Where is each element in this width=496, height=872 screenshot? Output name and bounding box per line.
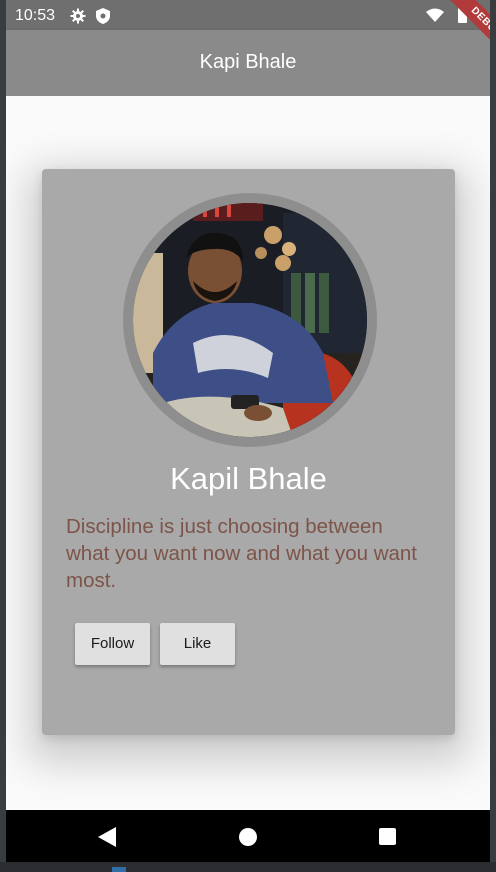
back-icon[interactable] [98,827,116,847]
recent-apps-icon[interactable] [379,828,396,845]
app-bar: Kapi Bhale [6,30,490,96]
status-time: 10:53 [15,7,56,24]
app-title: Kapi Bhale [199,51,297,73]
home-icon[interactable] [239,828,257,846]
settings-gear-icon [70,8,86,24]
avatar [133,203,367,437]
profile-quote: Discipline is just choosing between what… [66,515,417,592]
window-edge-right [490,0,496,872]
status-bar: 10:53 [6,0,490,30]
profile-card: Kapil Bhale Discipline is just choosing … [42,169,455,735]
navigation-bar [6,810,490,862]
main-content: Kapil Bhale Discipline is just choosing … [6,96,490,810]
follow-button[interactable]: Follow [75,623,150,665]
wifi-icon [426,8,444,22]
shield-icon [96,8,110,24]
avatar-ring [123,193,377,447]
profile-name: Kapil Bhale [170,461,327,496]
taskbar-indicator [112,867,126,872]
phone-screen: 10:53 Kapi Bhale Kapil Bhale Discipline … [6,0,490,862]
emulator-bottom-strip [0,862,496,872]
like-button[interactable]: Like [160,623,235,665]
profile-photo-icon [133,203,367,437]
